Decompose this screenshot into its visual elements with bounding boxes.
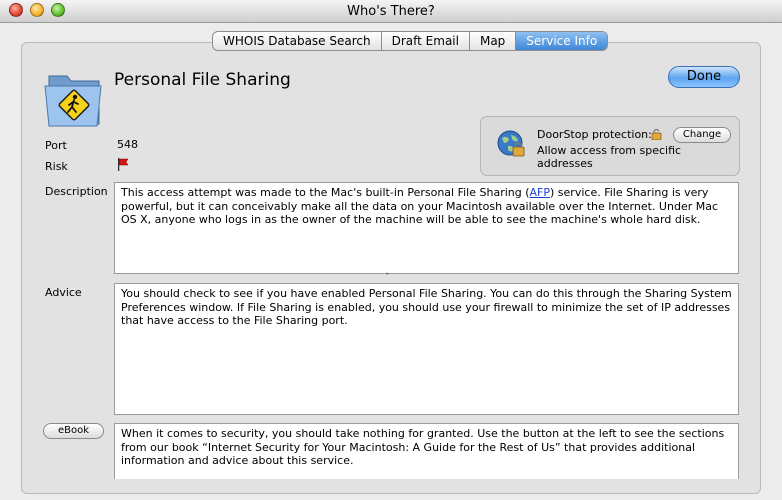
splitter-grip-icon[interactable]: ˆ bbox=[385, 273, 390, 283]
description-text-part-1: This access attempt was made to the Mac'… bbox=[121, 186, 530, 199]
port-value: 548 bbox=[117, 138, 138, 151]
change-button[interactable]: Change bbox=[673, 127, 731, 143]
tab-bar: WHOIS Database Search Draft Email Map Se… bbox=[212, 31, 609, 51]
advice-label: Advice bbox=[45, 286, 82, 299]
flag-icon bbox=[118, 158, 129, 171]
risk-label: Risk bbox=[45, 160, 68, 173]
ebook-text-area[interactable]: When it comes to security, you should ta… bbox=[114, 423, 739, 479]
doorstop-status: Allow access from specific addresses bbox=[537, 144, 682, 170]
advice-text-area[interactable]: You should check to see if you have enab… bbox=[114, 283, 739, 415]
globe-lock-icon bbox=[497, 130, 525, 157]
window-title: Who's There? bbox=[347, 4, 435, 19]
app-window: Who's There? WHOIS Database Search Draft… bbox=[0, 0, 782, 500]
afp-link[interactable]: AFP bbox=[530, 186, 551, 199]
done-button[interactable]: Done bbox=[668, 66, 740, 88]
doorstop-panel: DoorStop protection: Change Allow access… bbox=[480, 116, 740, 176]
doorstop-protection-label: DoorStop protection: bbox=[537, 128, 652, 141]
tab-map[interactable]: Map bbox=[470, 32, 517, 50]
folder-pedestrian-icon bbox=[44, 75, 102, 127]
description-label: Description bbox=[45, 185, 108, 198]
description-text-area[interactable]: This access attempt was made to the Mac'… bbox=[114, 182, 739, 274]
tab-service-info[interactable]: Service Info bbox=[516, 32, 608, 50]
service-title: Personal File Sharing bbox=[114, 70, 291, 90]
title-bar[interactable]: Who's There? bbox=[0, 0, 782, 23]
lock-icon bbox=[651, 128, 662, 140]
port-label: Port bbox=[45, 139, 67, 152]
tab-whois-database-search[interactable]: WHOIS Database Search bbox=[213, 32, 382, 50]
tab-draft-email[interactable]: Draft Email bbox=[382, 32, 470, 50]
ebook-button[interactable]: eBook bbox=[43, 423, 104, 439]
